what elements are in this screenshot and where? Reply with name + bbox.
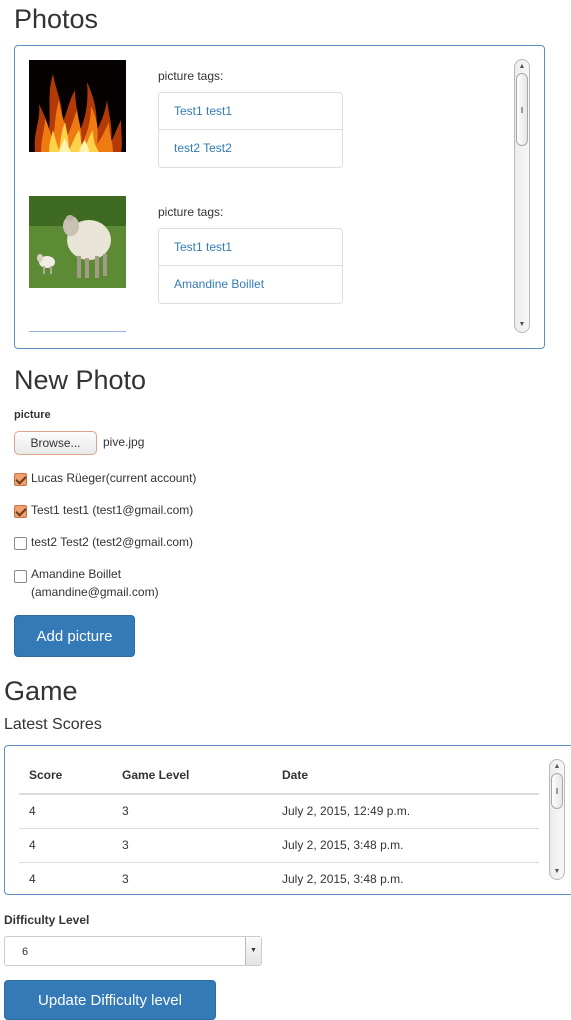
scores-table: Score Game Level Date 4 3 July 2, 2015, …	[19, 756, 539, 894]
new-photo-heading: New Photo	[14, 365, 147, 395]
tag-link[interactable]: Test1 test1	[159, 93, 342, 130]
next-photo-edge	[29, 331, 126, 332]
level-cell: 3	[112, 828, 272, 863]
user-checkbox-email: (amandine@gmail.com)	[31, 585, 159, 599]
scroll-down-icon[interactable]: ▼	[550, 866, 564, 878]
tag-list: Test1 test1 Amandine Boillet	[158, 228, 343, 304]
picture-tags-label: picture tags:	[158, 69, 224, 83]
picture-label: picture	[14, 409, 51, 421]
fire-photo[interactable]	[29, 60, 126, 152]
user-checkbox-label: Amandine Boillet	[31, 567, 122, 581]
checkbox[interactable]	[14, 473, 27, 486]
date-cell: July 2, 2015, 3:48 p.m.	[272, 828, 539, 863]
date-cell: July 2, 2015, 3:48 p.m.	[272, 862, 539, 894]
scroll-up-icon[interactable]: ▲	[515, 61, 529, 73]
latest-scores-heading: Latest Scores	[4, 716, 102, 733]
checkbox[interactable]	[14, 537, 27, 550]
scores-panel: Score Game Level Date 4 3 July 2, 2015, …	[4, 745, 571, 895]
checkbox[interactable]	[14, 570, 27, 583]
user-checkbox-label: Test1 test1 (test1@gmail.com)	[31, 503, 194, 517]
tag-link[interactable]: Amandine Boillet	[159, 266, 342, 303]
scrollbar-thumb[interactable]	[516, 73, 528, 146]
add-picture-button[interactable]: Add picture	[14, 615, 135, 657]
grip-icon	[521, 107, 523, 113]
table-row: 4 3 July 2, 2015, 3:48 p.m.	[19, 828, 539, 863]
scrollbar-thumb[interactable]	[551, 773, 563, 809]
user-checkbox-label: Lucas Rüeger(current account)	[31, 471, 197, 485]
difficulty-level-value: 6	[22, 946, 29, 958]
grip-icon	[556, 788, 558, 794]
photos-heading: Photos	[14, 4, 99, 34]
difficulty-level-select[interactable]: 6 ▼	[4, 936, 262, 966]
score-cell: 4	[19, 862, 112, 894]
photos-scrollbar[interactable]: ▲ ▼	[514, 59, 530, 333]
difficulty-level-label: Difficulty Level	[4, 913, 90, 927]
scroll-up-icon[interactable]: ▲	[550, 761, 564, 773]
score-cell: 4	[19, 794, 112, 829]
sheep-photo[interactable]	[29, 196, 126, 288]
table-header-row: Score Game Level Date	[19, 756, 539, 795]
table-row: 4 3 July 2, 2015, 12:49 p.m.	[19, 794, 539, 829]
picture-tags-label: picture tags:	[158, 205, 224, 219]
tag-link[interactable]: test2 Test2	[159, 130, 342, 167]
selected-file-name: pive.jpg	[103, 435, 145, 449]
game-heading: Game	[4, 676, 78, 706]
tag-link[interactable]: Test1 test1	[159, 229, 342, 266]
scores-scrollbar[interactable]: ▲ ▼	[549, 759, 565, 880]
user-checkbox-label: test2 Test2 (test2@gmail.com)	[31, 535, 194, 549]
column-header: Score	[19, 756, 112, 795]
level-cell: 3	[112, 794, 272, 829]
date-cell: July 2, 2015, 12:49 p.m.	[272, 794, 539, 829]
score-cell: 4	[19, 828, 112, 863]
update-difficulty-button[interactable]: Update Difficulty level	[4, 980, 216, 1020]
column-header: Date	[272, 756, 539, 795]
table-row: 4 3 July 2, 2015, 3:48 p.m.	[19, 862, 539, 894]
checkbox[interactable]	[14, 505, 27, 518]
column-header: Game Level	[112, 756, 272, 795]
photos-panel: picture tags: Test1 test1 test2 Test2 pi…	[14, 45, 545, 349]
level-cell: 3	[112, 862, 272, 894]
scroll-down-icon[interactable]: ▼	[515, 319, 529, 331]
browse-button[interactable]: Browse...	[14, 431, 97, 455]
chevron-down-icon[interactable]: ▼	[245, 937, 261, 965]
tag-list: Test1 test1 test2 Test2	[158, 92, 343, 168]
